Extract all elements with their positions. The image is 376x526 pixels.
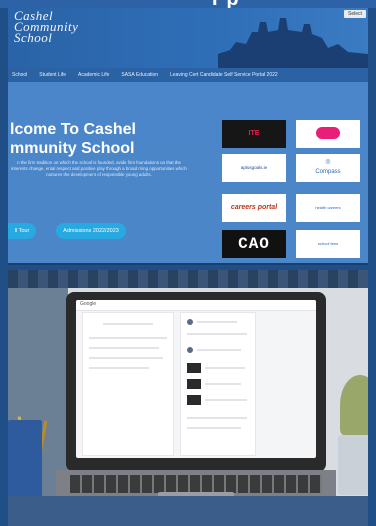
rock-of-cashel-icon [218, 18, 368, 68]
page-header-strip: Pp [0, 0, 376, 8]
laptop-frame: Google [66, 292, 326, 472]
course-panel [82, 312, 174, 456]
laptop-keyboard [70, 475, 322, 493]
plant [340, 375, 368, 435]
virtual-tour-button[interactable]: ll Tour [8, 223, 36, 239]
tile-pink-logo[interactable] [296, 120, 360, 148]
post-line [197, 321, 237, 323]
post-line [205, 399, 247, 401]
nav-item-academic-life[interactable]: Academic Life [78, 72, 109, 78]
site-header: Cashel Community School Select [8, 8, 368, 68]
nav-item-student-life[interactable]: Student Life [39, 72, 66, 78]
tile-compass[interactable]: ◎ Compass [296, 154, 360, 182]
admissions-button[interactable]: Admissions 2022/2023 [56, 223, 126, 239]
nav-item-sasa-education[interactable]: SASA Education [121, 72, 158, 78]
compass-label: Compass [315, 169, 341, 175]
avatar [187, 347, 193, 353]
post-line [205, 367, 245, 369]
post-thumbnail [187, 363, 201, 373]
post-line [187, 427, 241, 429]
post-line [187, 417, 247, 419]
language-select[interactable]: Select [344, 10, 366, 18]
avatar [187, 319, 193, 325]
post-line [205, 383, 241, 385]
panel-line [89, 337, 167, 339]
app-name: Google [80, 301, 97, 307]
main-nav: School Student Life Academic Life SASA E… [8, 68, 368, 82]
nav-item-school[interactable]: School [12, 72, 27, 78]
panel-line [89, 347, 159, 349]
tile-ite[interactable]: ITE [222, 120, 286, 148]
post-thumbnail [187, 379, 201, 389]
tile-careers-portal[interactable]: careers portal [222, 194, 286, 222]
laptop-photo: Google [8, 270, 368, 526]
hero-title: lcome To Cashel mmunity School [10, 121, 136, 157]
post-thumbnail [187, 395, 201, 405]
panel-line [89, 357, 163, 359]
app-toolbar: Google [76, 300, 316, 311]
compass-icon: ◎ [325, 159, 331, 165]
window-blinds [8, 270, 368, 288]
pink-logo-icon [316, 127, 340, 140]
tile-aplus[interactable]: aplusgoals.ie [222, 154, 286, 182]
page-title-partial: Pp [212, 0, 240, 8]
hero-text: n the firm tradition on which the school… [11, 160, 187, 178]
laptop-screen: Google [76, 300, 316, 458]
school-website-screenshot: Cashel Community School Select School St… [8, 8, 368, 265]
desk-surface [8, 496, 368, 526]
post-line [197, 349, 241, 351]
school-logo[interactable]: Cashel Community School [14, 9, 78, 44]
stream-panel [180, 312, 256, 456]
post-line [187, 333, 247, 335]
tile-health[interactable]: health careers [296, 194, 360, 222]
plant-pot [338, 435, 368, 495]
tile-school-fees[interactable]: school fees [296, 230, 360, 258]
panel-line [103, 323, 153, 325]
nav-item-self-service-portal[interactable]: Leaving Cert Candidate Self Service Port… [170, 72, 278, 78]
panel-line [89, 367, 149, 369]
pencil-cup [8, 420, 42, 498]
tile-cao[interactable]: CAO [222, 230, 286, 258]
